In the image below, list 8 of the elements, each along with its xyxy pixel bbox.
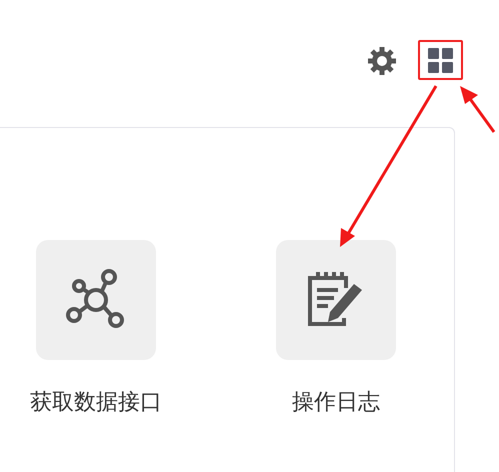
- app-tile[interactable]: [36, 240, 156, 360]
- app-label: 操作日志: [292, 389, 380, 417]
- app-label: 获取数据接口: [30, 389, 162, 417]
- app-tile[interactable]: [276, 240, 396, 360]
- annotation-arrow: [460, 86, 496, 133]
- grid-icon: [428, 48, 453, 72]
- apps-button[interactable]: [418, 40, 463, 80]
- settings-icon[interactable]: [366, 45, 398, 77]
